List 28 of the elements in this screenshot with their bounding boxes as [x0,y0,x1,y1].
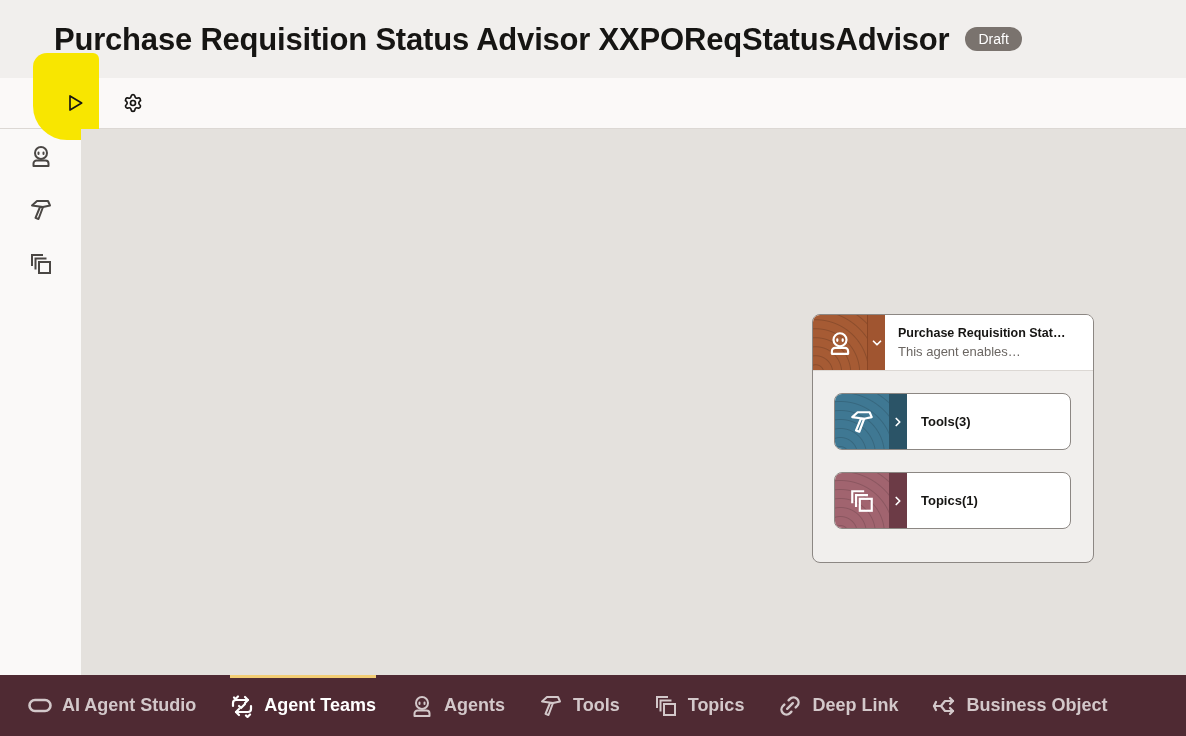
nav-tab[interactable]: Agent Teams [230,675,377,736]
hammer-icon [28,198,53,222]
cycle-check-icon [230,693,255,718]
node-label: Topics(1) [921,491,978,510]
page-title: Purchase Requisition Status Advisor XXPOReqStatusAdvisor [54,23,950,55]
nav-tab[interactable]: Business Object [932,675,1108,736]
expand-toggle[interactable] [889,394,907,449]
nav-tab[interactable]: Agents [410,675,506,736]
stacked-squares-icon [849,487,875,514]
expand-toggle[interactable] [867,315,885,370]
agent-name: Purchase Requisition Stat… [898,326,1066,341]
stacked-squares-icon [653,693,678,718]
hammer-icon [539,693,564,718]
node-label: Tools(3) [921,412,971,431]
agent-node[interactable]: Purchase Requisition Stat… This agent enables… Tools(3) Topics(1) [812,314,1094,563]
nav-tab[interactable]: Topics [653,675,745,736]
nav-tab[interactable]: Tools [539,675,620,736]
stacked-squares-icon [28,252,53,276]
hammer-icon [849,408,875,435]
nav-tab[interactable]: AI Agent Studio [28,675,197,736]
node-card[interactable]: Topics(1) [834,472,1071,529]
agent-description: This agent enables… [898,344,1022,359]
oval-logo-icon [28,698,52,713]
settings-icon [123,93,143,113]
expand-toggle[interactable] [889,473,907,528]
node-card[interactable]: Tools(3) [834,393,1071,450]
nav-tab[interactable]: Deep Link [778,675,899,736]
status-badge: Draft [965,27,1022,51]
